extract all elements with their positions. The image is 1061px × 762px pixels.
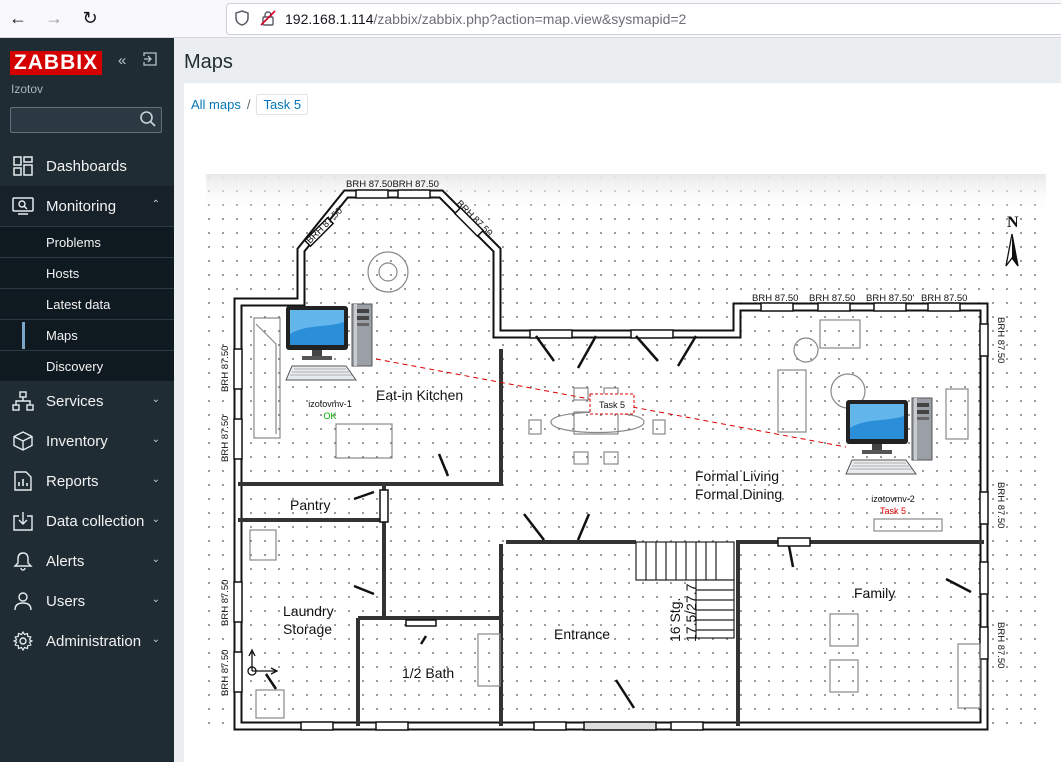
room-label-formal-living: Formal Living — [695, 468, 779, 484]
chevron-up-icon: ⌃ — [151, 199, 160, 210]
compass-label: N — [1007, 214, 1019, 231]
alerts-icon — [0, 551, 46, 571]
host-name: izotovmv-2 — [871, 494, 915, 504]
reload-icon[interactable]: ↻ — [72, 0, 108, 38]
users-icon — [0, 591, 46, 611]
stairs-dimension-label: 17.5/27.7 — [683, 583, 699, 642]
window-label: BRH 87.50 — [220, 580, 231, 626]
data-collection-icon — [0, 511, 46, 531]
hide-sidebar-icon[interactable] — [143, 52, 157, 70]
menu-label: Data collection — [46, 512, 145, 530]
chevron-down-icon: ⌄ — [151, 554, 160, 565]
zabbix-logo[interactable]: ZABBIX — [10, 51, 102, 75]
search-icon[interactable] — [139, 110, 157, 128]
url-host: 192.168.1.114 — [285, 11, 374, 27]
menu-monitoring[interactable]: Monitoring ⌃ — [0, 186, 174, 226]
room-label-family: Family — [854, 585, 895, 601]
room-label-pantry: Pantry — [290, 497, 330, 513]
room-label-laundry: Laundry — [283, 603, 334, 619]
menu-dashboards[interactable]: Dashboards — [0, 146, 174, 186]
sidebar: ZABBIX « Izotov Dashboards Monitoring ⌃ … — [0, 38, 174, 762]
monitoring-submenu: Problems Hosts Latest data Maps Discover… — [0, 226, 174, 381]
submenu-problems[interactable]: Problems — [0, 226, 174, 257]
room-label-kitchen: Eat-in Kitchen — [376, 387, 463, 403]
room-label-bath: 1/2 Bath — [402, 665, 454, 681]
chevron-down-icon: ⌄ — [151, 514, 160, 525]
window-label: BRH 87.50 — [921, 293, 967, 304]
menu-services[interactable]: Services ⌄ — [0, 381, 174, 421]
window-label: BRH 87.50 — [995, 317, 1006, 363]
search-input[interactable] — [10, 107, 162, 133]
menu-data-collection[interactable]: Data collection ⌄ — [0, 501, 174, 541]
back-arrow-icon[interactable]: ← — [0, 0, 36, 38]
window-label: BRH 87.50 — [752, 293, 798, 304]
chevron-down-icon: ⌄ — [151, 434, 160, 445]
username: Izotov — [11, 82, 44, 96]
menu-reports[interactable]: Reports ⌄ — [0, 461, 174, 501]
window-label: BRH 87.50' — [866, 293, 914, 304]
breadcrumb-separator: / — [246, 97, 251, 112]
window-label: BRH 87.50 — [220, 346, 231, 392]
submenu-hosts[interactable]: Hosts — [0, 257, 174, 288]
main-area: Maps All maps / Task 5 N BRH 87.50BRH 87… — [174, 38, 1061, 762]
menu-label: Reports — [46, 472, 99, 490]
url-path: /zabbix/zabbix.php?action=map.view&sysma… — [373, 11, 687, 27]
monitoring-icon — [0, 196, 46, 216]
dashboards-icon — [0, 156, 46, 176]
submenu-maps[interactable]: Maps — [0, 319, 174, 350]
chevron-down-icon: ⌄ — [151, 474, 160, 485]
host-name: izotovmv-1 — [308, 399, 352, 409]
chevron-down-icon: ⌄ — [151, 594, 160, 605]
menu-label: Users — [46, 592, 86, 610]
breadcrumb: All maps / Task 5 — [191, 94, 309, 115]
address-bar[interactable]: 192.168.1.114/zabbix/zabbix.php?action=m… — [226, 3, 1061, 35]
stairs-label: 16 Stg. — [667, 598, 683, 642]
insecure-lock-icon[interactable] — [257, 9, 279, 29]
breadcrumb-all-maps[interactable]: All maps — [191, 97, 241, 112]
inventory-icon — [0, 431, 46, 451]
content-panel: All maps / Task 5 N BRH 87.50BRH 87.50 B… — [184, 83, 1061, 762]
link-label-text: Task 5 — [599, 400, 625, 410]
collapse-sidebar-icon[interactable]: « — [118, 52, 126, 69]
reports-icon — [0, 471, 46, 491]
main-menu: Dashboards Monitoring ⌃ Problems Hosts L… — [0, 146, 174, 661]
menu-alerts[interactable]: Alerts ⌄ — [0, 541, 174, 581]
browser-toolbar: ← → ↻ 192.168.1.114/zabbix/zabbix.php?ac… — [0, 0, 1061, 38]
submenu-discovery[interactable]: Discovery — [0, 350, 174, 381]
menu-administration[interactable]: Administration ⌄ — [0, 621, 174, 661]
window-label: BRH 87.50 — [809, 293, 855, 304]
room-label-storage: Storage — [283, 621, 332, 637]
menu-label: Inventory — [46, 432, 108, 450]
menu-label: Administration — [46, 632, 142, 650]
room-label-entrance: Entrance — [554, 626, 610, 642]
page-title: Maps — [184, 51, 233, 73]
menu-label: Dashboards — [46, 157, 127, 175]
menu-inventory[interactable]: Inventory ⌄ — [0, 421, 174, 461]
host-status: Task 5 — [880, 506, 906, 516]
menu-label: Monitoring — [46, 197, 117, 215]
breadcrumb-current-map[interactable]: Task 5 — [256, 94, 309, 115]
menu-users[interactable]: Users ⌄ — [0, 581, 174, 621]
window-label: BRH 87.50 — [995, 482, 1006, 528]
forward-arrow-icon[interactable]: → — [36, 0, 72, 38]
services-icon — [0, 391, 46, 411]
administration-icon — [0, 631, 46, 651]
menu-label: Services — [46, 392, 104, 410]
link-label-task5[interactable]: Task 5 — [589, 393, 635, 415]
submenu-latest-data[interactable]: Latest data — [0, 288, 174, 319]
room-label-formal-dining: Formal Dining — [695, 486, 782, 502]
window-label: BRH 87.50 — [995, 622, 1006, 668]
chevron-down-icon: ⌄ — [151, 634, 160, 645]
menu-label: Alerts — [46, 552, 85, 570]
chevron-down-icon: ⌄ — [151, 394, 160, 405]
window-label: BRH 87.50 — [220, 650, 231, 696]
shield-icon[interactable] — [231, 9, 253, 29]
window-label: BRH 87.50BRH 87.50 — [346, 179, 439, 190]
window-label: BRH 87.50 — [220, 416, 231, 462]
network-map[interactable]: N BRH 87.50BRH 87.50 BRH 87.50 BRH 87.50… — [206, 174, 1046, 745]
host-status: OK — [323, 411, 336, 421]
